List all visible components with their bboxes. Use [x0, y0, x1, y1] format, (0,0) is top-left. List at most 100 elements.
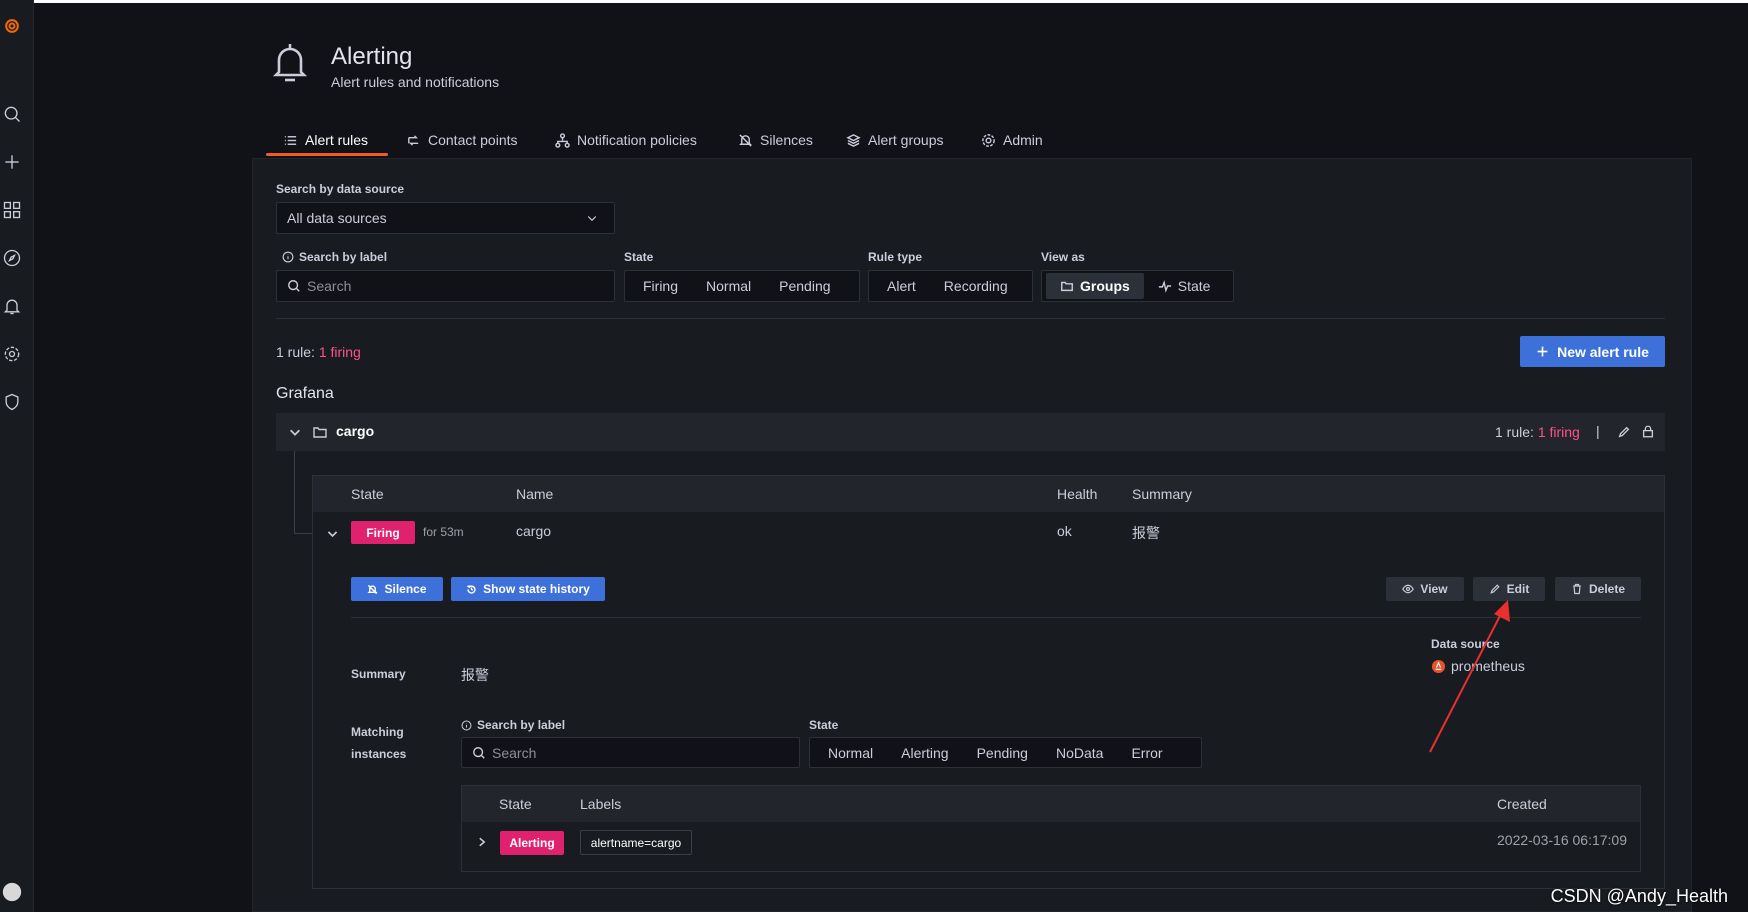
instance-state-error[interactable]: Error [1117, 740, 1176, 766]
page-title: Alerting [331, 43, 413, 70]
rule-group-header[interactable] [276, 413, 1665, 451]
state-option-normal[interactable]: Normal [692, 273, 765, 299]
delete-button[interactable]: Delete [1555, 577, 1641, 601]
bell-slash-icon [739, 133, 752, 147]
grafana-logo-icon[interactable] [0, 14, 24, 38]
tab-label: Contact points [428, 132, 518, 148]
instance-state-nodata[interactable]: NoData [1042, 740, 1117, 766]
watermark: CSDN @Andy_Health [1550, 886, 1728, 906]
group-rule-count: 1 rule: 1 firing [1495, 424, 1580, 440]
folder-icon [1061, 281, 1073, 292]
search-icon [288, 280, 300, 292]
search-icon [473, 746, 485, 759]
sidebar [0, 0, 34, 912]
rule-type-alert[interactable]: Alert [873, 273, 930, 299]
instance-search-placeholder: Search [492, 744, 537, 761]
rules-summary-prefix: 1 rule: [276, 344, 315, 360]
tab-alert-groups[interactable]: Alert groups [846, 128, 943, 152]
lock-icon[interactable] [1641, 424, 1655, 439]
silence-label: Silence [384, 582, 427, 596]
tab-label: Notification policies [577, 132, 697, 148]
active-tab-indicator [266, 153, 388, 156]
alerting-state-badge: Alerting [500, 831, 564, 855]
section-title: Grafana [276, 385, 334, 402]
new-alert-rule-button[interactable]: New alert rule [1520, 336, 1665, 367]
firing-duration: for 53m [423, 525, 464, 539]
tab-label: Alert groups [868, 132, 944, 148]
tab-contact-points[interactable]: Contact points [406, 128, 518, 152]
tab-silences[interactable]: Silences [738, 128, 813, 152]
instance-search-label-text: Search by label [477, 718, 566, 732]
group-count-firing: 1 firing [1537, 424, 1580, 440]
search-by-label-label: Search by label [282, 250, 387, 264]
eye-icon [1402, 584, 1415, 594]
datasource-filter-label: Search by data source [276, 182, 405, 196]
view-as-state[interactable]: State [1144, 273, 1225, 299]
tree-connector [294, 451, 295, 533]
plus-icon [1537, 346, 1548, 357]
instance-created: 2022-03-16 06:17:09 [1497, 832, 1627, 848]
state-filter-label: State [624, 250, 654, 264]
rule-type-group: Alert Recording [868, 270, 1033, 302]
explore-compass-icon[interactable] [0, 246, 24, 270]
tab-admin[interactable]: Admin [981, 128, 1043, 152]
alerting-bell-icon [270, 40, 310, 87]
pencil-icon[interactable] [1617, 425, 1631, 439]
pencil-icon [1489, 584, 1500, 594]
view-as-groups-label: Groups [1080, 278, 1130, 294]
chevron-down-icon[interactable] [288, 425, 302, 439]
rule-type-recording[interactable]: Recording [930, 273, 1022, 299]
info-circle-icon [282, 251, 294, 263]
tab-alert-rules[interactable]: Alert rules [283, 128, 368, 152]
instance-state-alerting[interactable]: Alerting [887, 740, 962, 766]
instance-state-pending[interactable]: Pending [963, 740, 1042, 766]
folder-open-icon [313, 427, 327, 438]
matching-instances-label: Matching instances [351, 721, 406, 765]
contact-points-icon [408, 134, 419, 146]
state-option-firing[interactable]: Firing [629, 273, 692, 299]
view-as-label: View as [1041, 250, 1085, 264]
chevron-down-icon[interactable] [326, 527, 339, 540]
instance-search-input[interactable]: Search [461, 737, 800, 768]
configuration-gear-icon[interactable] [0, 342, 24, 366]
matching-label-line-2: instances [351, 747, 407, 761]
user-avatar-icon[interactable] [0, 880, 24, 904]
delete-label: Delete [1588, 582, 1626, 596]
instances-col-labels: Labels [580, 796, 622, 812]
summary-label: Summary [351, 667, 406, 681]
show-state-history-button[interactable]: Show state history [451, 577, 605, 601]
top-border [0, 0, 1748, 3]
instance-state-label: State [809, 718, 839, 732]
history-icon [467, 584, 476, 594]
chevron-right-icon[interactable] [476, 836, 488, 848]
instances-col-created: Created [1497, 796, 1547, 812]
info-circle-icon [461, 720, 472, 730]
dashboards-icon[interactable] [0, 198, 24, 222]
instance-state-group: Normal Alerting Pending NoData Error [809, 737, 1202, 768]
rule-group-name: cargo [336, 423, 375, 439]
summary-value: 报警 [461, 667, 489, 683]
silence-button[interactable]: Silence [351, 577, 443, 601]
sitemap-icon [555, 132, 570, 148]
view-as-groups[interactable]: Groups [1046, 273, 1144, 299]
plus-icon[interactable] [0, 150, 24, 174]
rule-type-label: Rule type [868, 250, 923, 264]
label-search-input[interactable]: Search [276, 270, 615, 302]
list-icon [284, 135, 297, 145]
datasource-select[interactable]: All data sources [276, 202, 615, 234]
shield-icon[interactable] [0, 390, 24, 414]
new-alert-rule-label: New alert rule [1557, 343, 1649, 360]
alerting-bell-icon[interactable] [0, 294, 24, 318]
instance-state-normal[interactable]: Normal [814, 740, 887, 766]
tab-notification-policies[interactable]: Notification policies [555, 128, 697, 152]
col-summary: Summary [1132, 486, 1192, 502]
search-icon[interactable] [0, 102, 24, 126]
instances-col-state: State [499, 796, 532, 812]
col-name: Name [516, 486, 554, 502]
col-state: State [351, 486, 384, 502]
cog-icon [982, 133, 995, 147]
rule-summary: 报警 [1132, 525, 1160, 541]
state-option-pending[interactable]: Pending [765, 273, 844, 299]
view-label: View [1420, 582, 1448, 596]
instances-table-header [462, 786, 1640, 822]
